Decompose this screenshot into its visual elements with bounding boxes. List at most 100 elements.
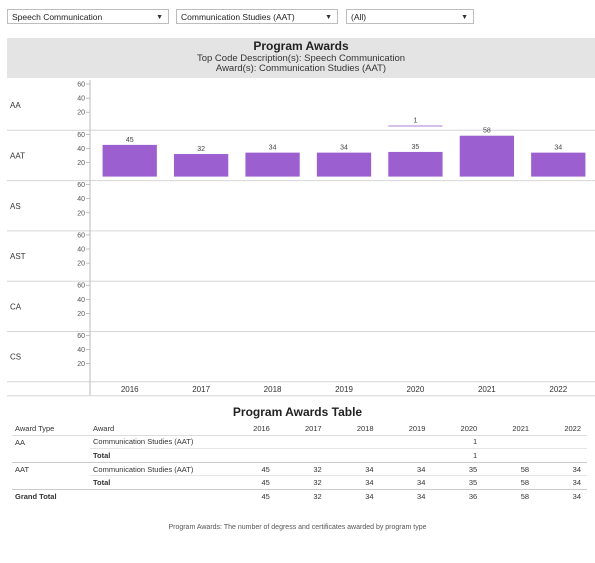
- value-cell: 36: [431, 488, 484, 503]
- value-cell: [224, 435, 276, 449]
- value-cell: 58: [483, 461, 536, 476]
- y-tick-label: 60: [77, 333, 85, 340]
- value-cell: 45: [224, 475, 276, 490]
- data-label: 1: [413, 118, 417, 125]
- value-cell: [327, 448, 380, 463]
- program-awards-table: Award Type Award 2016 2017 2018 2019 202…: [12, 422, 587, 503]
- y-tick-label: 60: [77, 232, 85, 239]
- value-cell: 35: [431, 475, 484, 490]
- value-cell: 34: [535, 488, 587, 503]
- total-label: Total: [90, 475, 224, 490]
- table-header-row: Award Type Award 2016 2017 2018 2019 202…: [12, 422, 587, 436]
- value-cell: 1: [431, 448, 484, 463]
- x-tick-label: 2019: [335, 385, 353, 394]
- y-tick-label: 20: [77, 160, 85, 167]
- value-cell: [328, 435, 380, 449]
- table-row: AAT Communication Studies (AAT) 45 32 34…: [12, 461, 587, 476]
- value-cell: 34: [327, 461, 380, 476]
- data-label: 34: [340, 145, 348, 152]
- value-cell: 34: [327, 488, 380, 503]
- value-cell: [483, 435, 535, 449]
- value-cell: 35: [431, 461, 484, 476]
- header-year: 2019: [379, 422, 432, 436]
- bar: [245, 152, 300, 177]
- bar: [388, 125, 443, 127]
- value-cell: 32: [275, 475, 328, 490]
- program-awards-chart: Program Awards Top Code Description(s): …: [7, 38, 595, 397]
- value-cell: [276, 435, 328, 449]
- grand-total-row: Grand Total 45 32 34 34 36 58 34: [12, 488, 587, 503]
- bar: [388, 151, 443, 177]
- y-tick-label: 40: [77, 196, 85, 203]
- bar: [531, 152, 586, 177]
- header-year: 2016: [224, 422, 276, 436]
- data-label: 32: [197, 146, 205, 153]
- award-type-cell: AA: [15, 437, 26, 447]
- value-cell: 58: [483, 488, 536, 503]
- value-cell: [379, 448, 432, 463]
- data-label: 58: [483, 128, 491, 135]
- table-row: AA Communication Studies (AAT) 1: [12, 435, 587, 449]
- value-cell: [535, 435, 587, 449]
- y-tick-label: 20: [77, 361, 85, 368]
- row-label: AS: [10, 202, 21, 211]
- y-tick-label: 60: [77, 182, 85, 189]
- row-label: CS: [10, 353, 21, 362]
- table-row-total: Total 1: [12, 448, 587, 463]
- award-type-cell: AAT: [12, 461, 90, 476]
- y-tick-label: 40: [77, 347, 85, 354]
- value-cell: 34: [379, 488, 432, 503]
- value-cell: 32: [275, 461, 328, 476]
- bar: [102, 144, 157, 177]
- header-year: 2017: [275, 422, 328, 436]
- row-label: AST: [10, 252, 26, 261]
- bar: [174, 154, 229, 177]
- x-tick-label: 2022: [549, 385, 567, 394]
- row-label: CA: [10, 302, 22, 311]
- value-cell: [380, 435, 432, 449]
- y-tick-label: 20: [77, 261, 85, 268]
- header-award-type: Award Type: [12, 422, 90, 436]
- x-tick-label: 2020: [407, 385, 425, 394]
- data-label: 45: [126, 137, 134, 144]
- value-cell: [275, 448, 328, 463]
- value-cell: [224, 448, 276, 463]
- award-cell: Communication Studies (AAT): [90, 461, 224, 476]
- value-cell: 34: [535, 475, 587, 490]
- data-label: 35: [412, 144, 420, 151]
- table-row-total: Total 45 32 34 34 35 58 34: [12, 475, 587, 490]
- y-tick-label: 20: [77, 311, 85, 318]
- value-cell: 45: [224, 461, 276, 476]
- y-tick-label: 40: [77, 297, 85, 304]
- y-tick-label: 60: [77, 82, 85, 89]
- value-cell: 32: [275, 488, 328, 503]
- value-cell: [535, 448, 587, 463]
- header-year: 2020: [431, 422, 484, 436]
- y-tick-label: 40: [77, 146, 85, 153]
- value-cell: 34: [535, 461, 587, 476]
- y-tick-label: 40: [77, 247, 85, 254]
- value-cell: 45: [224, 488, 276, 503]
- header-year: 2022: [535, 422, 587, 436]
- y-tick-label: 20: [77, 110, 85, 117]
- header-year: 2018: [327, 422, 380, 436]
- header-award: Award: [90, 422, 224, 436]
- x-tick-label: 2016: [121, 385, 139, 394]
- x-tick-label: 2021: [478, 385, 496, 394]
- value-cell: 1: [473, 437, 478, 447]
- value-cell: 34: [379, 461, 432, 476]
- value-cell: 34: [327, 475, 380, 490]
- y-tick-label: 20: [77, 210, 85, 217]
- y-tick-label: 60: [77, 283, 85, 290]
- x-tick-label: 2018: [264, 385, 282, 394]
- row-label: AA: [10, 101, 21, 110]
- y-tick-label: 60: [77, 132, 85, 139]
- footnote: Program Awards: The number of degress an…: [168, 524, 427, 531]
- data-label: 34: [554, 145, 562, 152]
- total-label: Total: [90, 448, 224, 463]
- award-cell: Communication Studies (AAT): [93, 437, 194, 447]
- chart-subtitle-2: Award(s): Communication Studies (AAT): [216, 63, 386, 74]
- bar: [316, 152, 372, 177]
- header-year: 2021: [483, 422, 536, 436]
- x-tick-label: 2017: [192, 385, 210, 394]
